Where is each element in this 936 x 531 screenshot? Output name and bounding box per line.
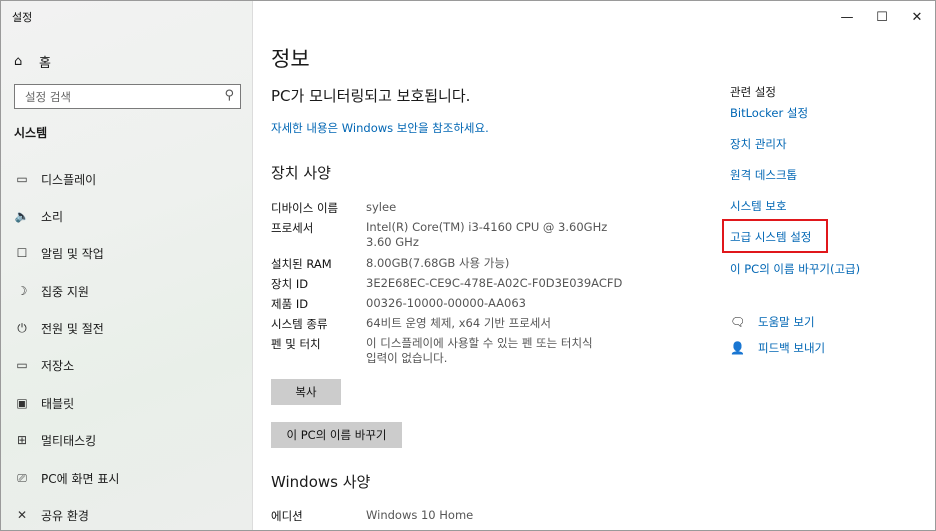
sidebar-item-power[interactable]: ⏻ 전원 및 절전 (14, 318, 104, 338)
search-input[interactable] (25, 88, 215, 105)
sidebar-item-label: 디스플레이 (41, 172, 97, 187)
sidebar-item-label: 멀티태스킹 (41, 433, 97, 448)
device-manager-link[interactable]: 장치 관리자 (730, 136, 787, 152)
spec-key: 시스템 종류 (271, 317, 328, 331)
device-spec-heading: 장치 사양 (271, 164, 331, 182)
spec-value: 이 디스플레이에 사용할 수 있는 펜 또는 터치식 입력이 없습니다. (366, 336, 636, 366)
project-icon: ⎚ (17, 470, 27, 485)
page-title: 정보 (271, 47, 310, 71)
main-content: 정보 PC가 모니터링되고 보호됩니다. 자세한 내용은 Windows 보안을… (254, 1, 935, 530)
sidebar-item-notifications[interactable]: ☐ 알림 및 작업 (14, 243, 104, 263)
spec-key: 제품 ID (271, 297, 309, 311)
moon-icon: ☽ (16, 284, 28, 298)
copy-button[interactable]: 복사 (271, 379, 341, 405)
bitlocker-settings-link[interactable]: BitLocker 설정 (730, 105, 808, 121)
give-feedback-label: 피드백 보내기 (758, 341, 826, 355)
sidebar-item-shared-experiences[interactable]: ✕ 공유 환경 (14, 505, 89, 525)
feedback-icon: 👤 (730, 341, 745, 355)
sidebar-item-label: 저장소 (41, 358, 75, 373)
storage-icon: ▭ (16, 358, 28, 372)
spec-value: 8.00GB(7.68GB 사용 가능) (366, 256, 510, 270)
sidebar-home[interactable]: ⌂ 홈 (14, 52, 51, 71)
highlight-box (722, 219, 828, 253)
home-icon: ⌂ (14, 54, 23, 69)
get-help-label: 도움말 보기 (758, 315, 815, 329)
shared-icon: ✕ (16, 508, 28, 522)
give-feedback-link[interactable]: 👤 피드백 보내기 (730, 340, 825, 356)
power-icon: ⏻ (17, 320, 27, 335)
sidebar-item-sound[interactable]: 🔈 소리 (14, 206, 64, 226)
help-icon: 🗨 (730, 315, 746, 329)
system-protection-link[interactable]: 시스템 보호 (730, 198, 787, 214)
rename-pc-advanced-link[interactable]: 이 PC의 이름 바꾸기(고급) (730, 261, 860, 277)
spec-key: 프로세서 (271, 221, 314, 235)
sidebar-item-label: 알림 및 작업 (41, 246, 104, 261)
remote-desktop-link[interactable]: 원격 데스크톱 (730, 167, 797, 183)
windows-spec-heading: Windows 사양 (271, 473, 371, 491)
window-title: 설정 (12, 11, 33, 24)
sidebar-item-focus-assist[interactable]: ☽ 집중 지원 (14, 281, 89, 301)
sidebar-item-projecting[interactable]: ⎚ PC에 화면 표시 (14, 468, 119, 488)
spec-key: 설치된 RAM (271, 257, 332, 271)
display-icon: ▭ (16, 172, 28, 186)
spec-key: 장치 ID (271, 277, 309, 291)
sidebar-item-label: 소리 (41, 209, 64, 224)
spec-value: Windows 10 Home (366, 508, 474, 522)
sidebar-item-label: 집중 지원 (41, 284, 89, 299)
spec-value: 64비트 운영 체제, x64 기반 프로세서 (366, 316, 551, 330)
spec-value-line1: 이 디스플레이에 사용할 수 있는 펜 또는 터치식 (366, 336, 593, 350)
spec-key: 에디션 (271, 509, 303, 523)
multitasking-icon: ⊞ (16, 433, 28, 447)
spec-value-line2: 입력이 없습니다. (366, 351, 448, 365)
spec-value: 3E2E68EC-CE9C-478E-A02C-F0D3E039ACFD (366, 276, 623, 290)
search-box[interactable]: ⚲ (14, 84, 241, 109)
spec-value: 00326-10000-00000-AA063 (366, 296, 526, 310)
rename-pc-button[interactable]: 이 PC의 이름 바꾸기 (271, 422, 402, 448)
spec-key: 펜 및 터치 (271, 337, 321, 351)
settings-window: ⌂ 홈 ⚲ 시스템 ▭ 디스플레이 🔈 소리 ☐ 알림 및 작업 ☽ 집중 지원… (0, 0, 936, 531)
sidebar-item-multitasking[interactable]: ⊞ 멀티태스킹 (14, 430, 96, 450)
spec-value-line1: Intel(R) Core(TM) i3-4160 CPU @ 3.60GHz (366, 220, 608, 234)
spec-key: 디바이스 이름 (271, 201, 339, 215)
spec-value-line2: 3.60 GHz (366, 235, 419, 249)
spec-value: Intel(R) Core(TM) i3-4160 CPU @ 3.60GHz … (366, 220, 636, 250)
sidebar-item-label: 전원 및 절전 (41, 321, 104, 336)
tablet-icon: ▣ (16, 396, 28, 410)
sidebar-item-storage[interactable]: ▭ 저장소 (14, 355, 74, 375)
protection-status: PC가 모니터링되고 보호됩니다. (271, 87, 471, 105)
related-settings-heading: 관련 설정 (730, 85, 776, 99)
notification-icon: ☐ (16, 246, 28, 260)
sidebar: ⌂ 홈 ⚲ 시스템 ▭ 디스플레이 🔈 소리 ☐ 알림 및 작업 ☽ 집중 지원… (1, 1, 253, 530)
sidebar-section-system: 시스템 (14, 126, 48, 140)
get-help-link[interactable]: 🗨 도움말 보기 (730, 314, 815, 330)
sidebar-item-label: PC에 화면 표시 (41, 471, 120, 486)
windows-security-link[interactable]: 자세한 내용은 Windows 보안을 참조하세요. (271, 120, 489, 136)
sound-icon: 🔈 (14, 209, 30, 223)
sidebar-item-display[interactable]: ▭ 디스플레이 (14, 169, 96, 189)
sidebar-home-label: 홈 (39, 56, 51, 71)
sidebar-item-label: 공유 환경 (41, 508, 89, 523)
search-icon[interactable]: ⚲ (224, 88, 234, 103)
spec-value: sylee (366, 200, 397, 214)
sidebar-item-label: 태블릿 (41, 396, 75, 411)
sidebar-item-tablet[interactable]: ▣ 태블릿 (14, 393, 74, 413)
